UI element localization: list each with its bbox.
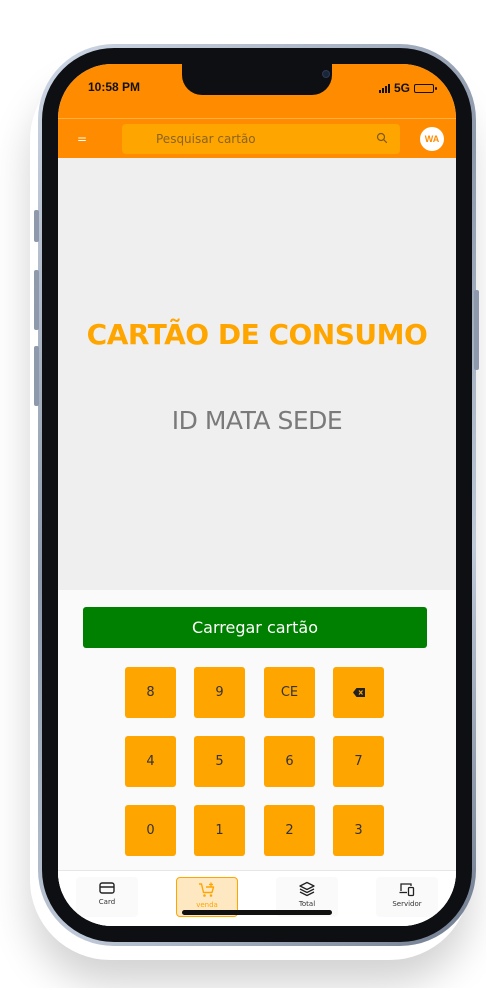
key-backspace[interactable] [333, 667, 384, 718]
main-content: CARTÃO DE CONSUMO ID MATA SEDE [58, 158, 456, 590]
key-0[interactable]: 0 [125, 805, 176, 856]
page-title: CARTÃO DE CONSUMO [86, 318, 428, 351]
key-ce[interactable]: CE [264, 667, 315, 718]
power-button [474, 290, 479, 370]
nav-item-card[interactable]: Card [76, 877, 138, 917]
key-1[interactable]: 1 [194, 805, 245, 856]
key-3[interactable]: 3 [333, 805, 384, 856]
key-4[interactable]: 4 [125, 736, 176, 787]
key-9[interactable]: 9 [194, 667, 245, 718]
device-sync-icon [399, 883, 415, 897]
mute-switch [34, 210, 39, 242]
nav-label-venda: venda [196, 901, 218, 909]
backspace-icon [352, 688, 365, 697]
camera-icon [322, 70, 330, 78]
cart-add-icon [199, 882, 215, 897]
signal-icon [378, 83, 390, 93]
search-icon[interactable] [376, 132, 388, 144]
nav-item-servidor[interactable]: Servidor [376, 877, 438, 917]
status-indicators: 5G [378, 81, 437, 95]
network-label: 5G [393, 81, 410, 95]
search-input[interactable] [122, 124, 400, 154]
card-icon [99, 882, 115, 894]
keypad: 8 9 CE 4 5 6 7 0 1 2 3 [125, 667, 385, 857]
key-8[interactable]: 8 [125, 667, 176, 718]
key-7[interactable]: 7 [333, 736, 384, 787]
volume-up-button [34, 270, 39, 330]
avatar[interactable]: WA [420, 127, 444, 151]
key-2[interactable]: 2 [264, 805, 315, 856]
page-subtitle: ID MATA SEDE [171, 406, 343, 435]
key-6[interactable]: 6 [264, 736, 315, 787]
layers-icon [299, 881, 315, 897]
search-box [122, 124, 400, 154]
status-time: 10:58 PM [88, 80, 141, 94]
app-screen: 10:58 PM 5G = WA CARTÃO DE CONSUMO ID MA… [58, 64, 456, 926]
menu-icon[interactable]: = [74, 131, 90, 147]
battery-icon [414, 83, 437, 93]
volume-down-button [34, 346, 39, 406]
notch [182, 64, 332, 95]
nav-label-total: Total [298, 900, 316, 908]
load-card-button[interactable]: Carregar cartão [83, 607, 427, 648]
bottom-nav: Card venda Total Servidor [58, 870, 456, 926]
key-5[interactable]: 5 [194, 736, 245, 787]
nav-label-servidor: Servidor [392, 900, 422, 908]
nav-label-card: Card [98, 898, 116, 906]
home-indicator [182, 910, 332, 915]
app-header: = WA [58, 118, 456, 158]
